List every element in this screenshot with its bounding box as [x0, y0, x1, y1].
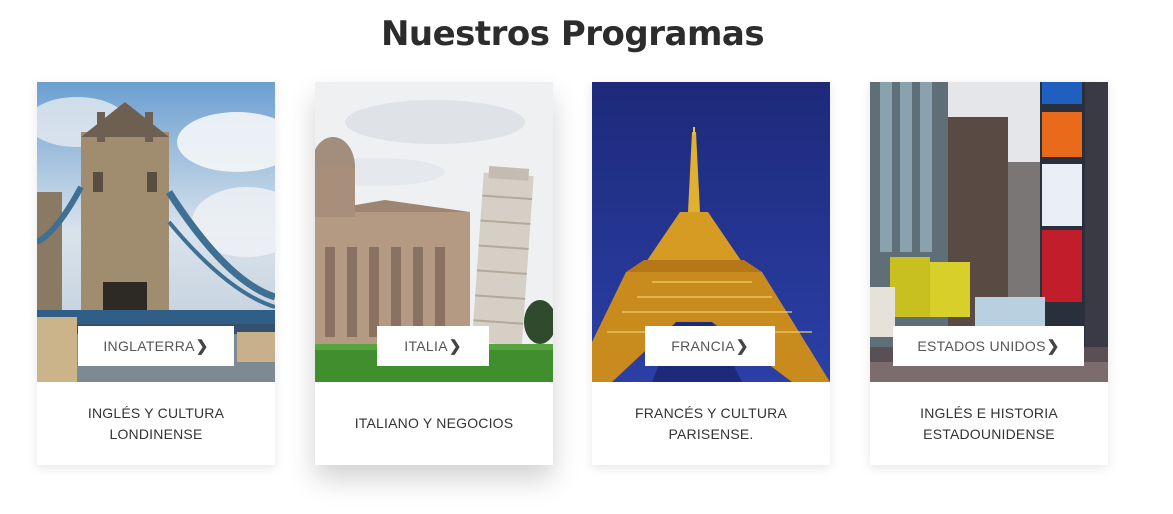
- program-button-label: ESTADOS UNIDOS: [917, 338, 1046, 354]
- chevron-right-icon: ❯: [735, 338, 749, 355]
- program-button-label: FRANCIA: [671, 338, 735, 354]
- program-caption: ITALIANO Y NEGOCIOS: [325, 382, 543, 465]
- program-card-estados-unidos[interactable]: ESTADOS UNIDOS ❯ INGLÉS E HISTORIA ESTAD…: [870, 82, 1108, 465]
- program-card-italia[interactable]: ITALIA ❯ ITALIANO Y NEGOCIOS: [315, 82, 553, 465]
- program-button-italia[interactable]: ITALIA ❯: [377, 326, 489, 366]
- program-caption-text: INGLÉS E HISTORIA ESTADOUNIDENSE: [920, 404, 1058, 442]
- program-card-francia[interactable]: FRANCIA ❯ FRANCÉS Y CULTURA PARISENSE.: [592, 82, 830, 465]
- page-title: Nuestros Programas: [380, 14, 765, 54]
- program-caption: FRANCÉS Y CULTURA PARISENSE.: [602, 382, 820, 465]
- program-caption-text: ITALIANO Y NEGOCIOS: [354, 415, 514, 431]
- program-button-inglaterra[interactable]: INGLATERRA ❯: [78, 326, 234, 366]
- chevron-right-icon: ❯: [195, 338, 209, 355]
- program-button-estados-unidos[interactable]: ESTADOS UNIDOS ❯: [893, 326, 1084, 366]
- program-caption: INGLÉS E HISTORIA ESTADOUNIDENSE: [880, 382, 1098, 465]
- program-button-francia[interactable]: FRANCIA ❯: [645, 326, 775, 366]
- program-card-inglaterra[interactable]: INGLATERRA ❯ INGLÉS Y CULTURA LONDINENSE: [37, 82, 275, 465]
- program-button-label: ITALIA: [404, 338, 448, 354]
- chevron-right-icon: ❯: [448, 338, 462, 355]
- program-button-label: INGLATERRA: [103, 338, 195, 354]
- program-caption: INGLÉS Y CULTURA LONDINENSE: [47, 382, 265, 465]
- chevron-right-icon: ❯: [1046, 338, 1060, 355]
- program-caption-text: FRANCÉS Y CULTURA PARISENSE.: [635, 404, 787, 442]
- program-caption-text: INGLÉS Y CULTURA LONDINENSE: [87, 404, 225, 442]
